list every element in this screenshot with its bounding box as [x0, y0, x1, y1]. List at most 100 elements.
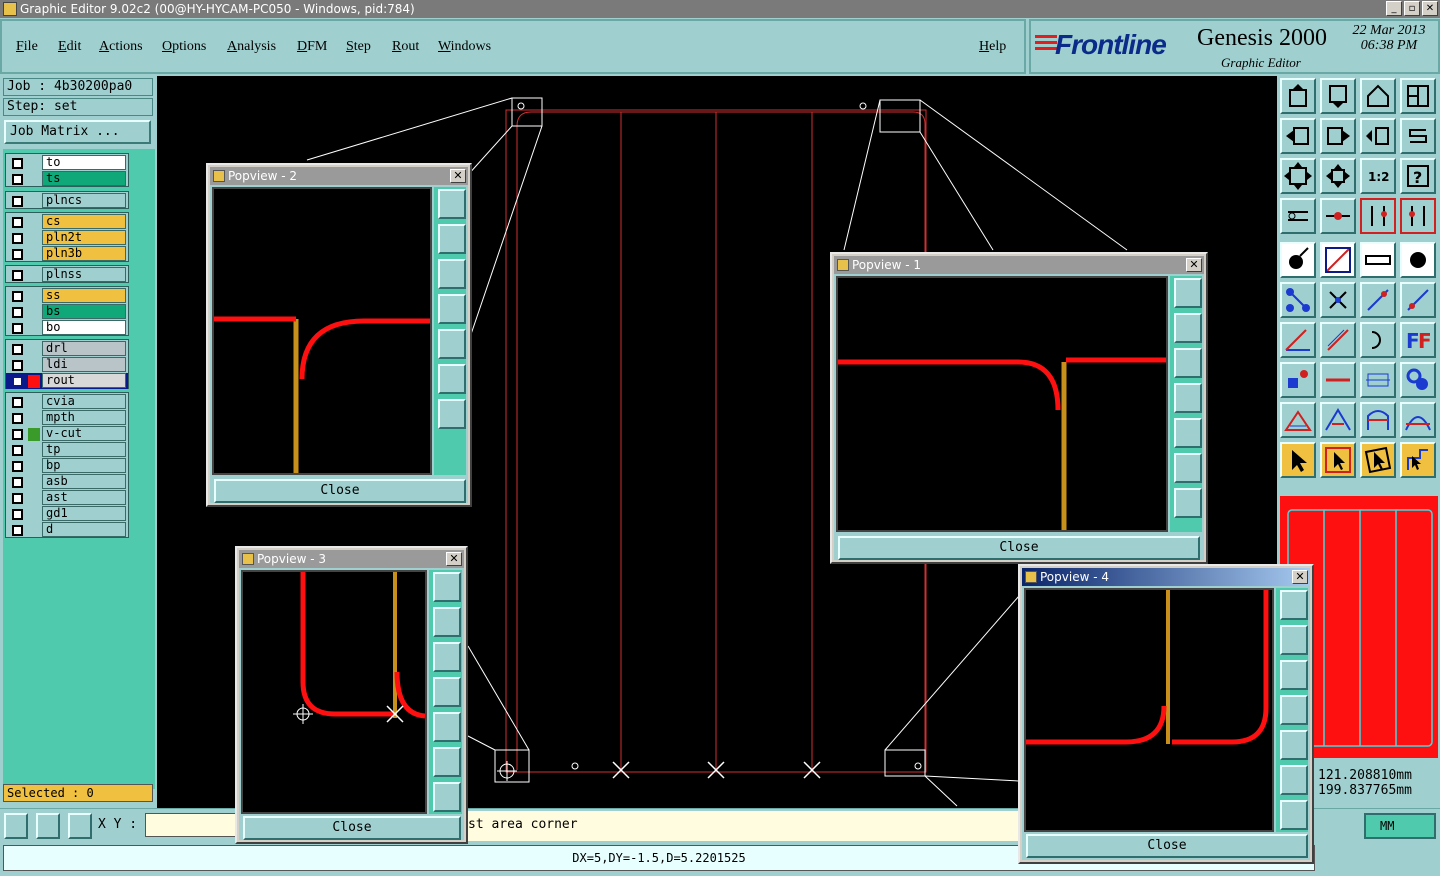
layer-name[interactable]: mpth: [42, 410, 126, 425]
popview-pan-right-icon[interactable]: [438, 329, 466, 359]
job-matrix-button[interactable]: Job Matrix ...: [4, 120, 151, 144]
tool-window-icon[interactable]: [1400, 78, 1436, 114]
xy-input[interactable]: [145, 813, 237, 837]
layer-checkbox[interactable]: [12, 174, 23, 185]
tool-angle-icon[interactable]: [1280, 322, 1316, 358]
tool-select-poly-icon[interactable]: [1360, 442, 1396, 478]
layer-row[interactable]: mpth: [6, 410, 128, 426]
layer-row[interactable]: plnss: [6, 267, 128, 283]
tool-pan-right-icon[interactable]: [1320, 118, 1356, 154]
layer-row[interactable]: pln3b: [6, 246, 128, 262]
layer-checkbox[interactable]: [12, 291, 23, 302]
popview-4-titlebar[interactable]: Popview - 4 ✕: [1022, 568, 1310, 586]
popview-pan-right-icon[interactable]: [1174, 418, 1202, 448]
layer-name[interactable]: d: [42, 522, 126, 537]
popview-3-close-icon[interactable]: ✕: [446, 552, 462, 566]
layer-checkbox[interactable]: [12, 233, 23, 244]
layer-row[interactable]: bs: [6, 304, 128, 320]
tool-diagonal-icon[interactable]: [1320, 322, 1356, 358]
popview-2-titlebar[interactable]: Popview - 2 ✕: [210, 167, 468, 185]
tool-zoom-fit-icon[interactable]: [1280, 158, 1316, 194]
tool-nodes-icon[interactable]: [1280, 282, 1316, 318]
tool-text-icon[interactable]: FF: [1400, 322, 1436, 358]
layer-checkbox[interactable]: [12, 397, 23, 408]
popview-2-close-button[interactable]: Close: [214, 479, 466, 503]
popview-pan-left-icon[interactable]: [433, 677, 461, 707]
popview-3-window[interactable]: Popview - 3 ✕ Close: [235, 546, 468, 844]
layer-checkbox[interactable]: [12, 413, 23, 424]
layer-row-active[interactable]: rout: [6, 373, 128, 389]
popview-zoom-window-icon[interactable]: [1280, 590, 1308, 620]
popview-zoom-out-icon[interactable]: [1280, 800, 1308, 830]
menu-actions[interactable]: Actions: [99, 39, 143, 55]
layer-name[interactable]: bs: [42, 304, 126, 319]
layer-name[interactable]: tp: [42, 442, 126, 457]
tool-link-icon[interactable]: [1400, 198, 1436, 234]
popview-1-window[interactable]: Popview - 1 ✕ Close: [830, 252, 1208, 564]
tool-segment-icon[interactable]: [1360, 282, 1396, 318]
popview-zoom-window-icon[interactable]: [438, 189, 466, 219]
popview-3-close-button[interactable]: Close: [243, 816, 461, 840]
layer-checkbox[interactable]: [12, 525, 23, 536]
popview-zoom-window-icon[interactable]: [433, 572, 461, 602]
popview-pan-left-icon[interactable]: [1174, 383, 1202, 413]
layer-name[interactable]: ss: [42, 288, 126, 303]
layer-name[interactable]: asb: [42, 474, 126, 489]
menu-dfm[interactable]: DFM: [297, 39, 327, 55]
popview-pan-up-icon[interactable]: [1280, 625, 1308, 655]
angle-mode-icon[interactable]: [36, 813, 60, 839]
layer-row[interactable]: to: [6, 155, 128, 171]
layer-row[interactable]: v-cut: [6, 426, 128, 442]
snap-mode-icon[interactable]: [4, 813, 28, 839]
layer-name[interactable]: cs: [42, 214, 126, 229]
layer-checkbox[interactable]: [12, 196, 23, 207]
tool-select-icon[interactable]: [1280, 442, 1316, 478]
tool-circles-icon[interactable]: [1400, 362, 1436, 398]
layer-row[interactable]: pln2t: [6, 230, 128, 246]
layer-row[interactable]: cvia: [6, 394, 128, 410]
menu-windows[interactable]: Windows: [438, 39, 491, 55]
close-window-button[interactable]: ✕: [1422, 1, 1438, 16]
layer-row[interactable]: drl: [6, 341, 128, 357]
layer-checkbox[interactable]: [12, 270, 23, 281]
layer-name[interactable]: to: [42, 155, 126, 170]
layer-row[interactable]: cs: [6, 214, 128, 230]
tool-dimension-icon[interactable]: [1360, 362, 1396, 398]
menu-step[interactable]: Step: [346, 39, 371, 55]
layer-row[interactable]: ss: [6, 288, 128, 304]
maximize-button[interactable]: ▫: [1404, 1, 1420, 16]
popview-zoom-in-icon[interactable]: [1174, 453, 1202, 483]
units-select[interactable]: MM: [1364, 813, 1436, 839]
layer-checkbox-active[interactable]: [12, 376, 23, 387]
grid-mode-icon[interactable]: [68, 813, 92, 839]
tool-triangle-icon[interactable]: [1280, 402, 1316, 438]
tool-snap-icon[interactable]: [1320, 198, 1356, 234]
popview-pan-up-icon[interactable]: [1174, 313, 1202, 343]
tool-arc-icon[interactable]: [1360, 322, 1396, 358]
popview-pan-right-icon[interactable]: [433, 712, 461, 742]
menu-rout[interactable]: Rout: [392, 39, 419, 55]
popview-1-close-icon[interactable]: ✕: [1186, 258, 1202, 272]
popview-zoom-in-icon[interactable]: [438, 364, 466, 394]
popview-4-close-icon[interactable]: ✕: [1292, 570, 1308, 584]
tool-horizontal-icon[interactable]: [1320, 362, 1356, 398]
popview-4-view[interactable]: [1024, 588, 1274, 832]
popview-2-close-icon[interactable]: ✕: [450, 169, 466, 183]
tool-load-icon[interactable]: [1280, 78, 1316, 114]
layer-name[interactable]: bp: [42, 458, 126, 473]
popview-4-close-button[interactable]: Close: [1026, 834, 1308, 858]
popview-pan-down-icon[interactable]: [438, 259, 466, 289]
layer-row[interactable]: d: [6, 522, 128, 538]
popview-1-view[interactable]: [836, 276, 1168, 532]
popview-1-close-button[interactable]: Close: [838, 536, 1200, 560]
popview-zoom-in-icon[interactable]: [433, 747, 461, 777]
layer-name[interactable]: plncs: [42, 193, 126, 208]
tool-connect-icon[interactable]: [1360, 198, 1396, 234]
layer-row[interactable]: gd1: [6, 506, 128, 522]
tool-cross-icon[interactable]: [1320, 282, 1356, 318]
layer-checkbox[interactable]: [12, 509, 23, 520]
layer-row[interactable]: ldi: [6, 357, 128, 373]
layer-row[interactable]: ts: [6, 171, 128, 187]
layer-name[interactable]: ts: [42, 171, 126, 186]
popview-pan-left-icon[interactable]: [1280, 695, 1308, 725]
